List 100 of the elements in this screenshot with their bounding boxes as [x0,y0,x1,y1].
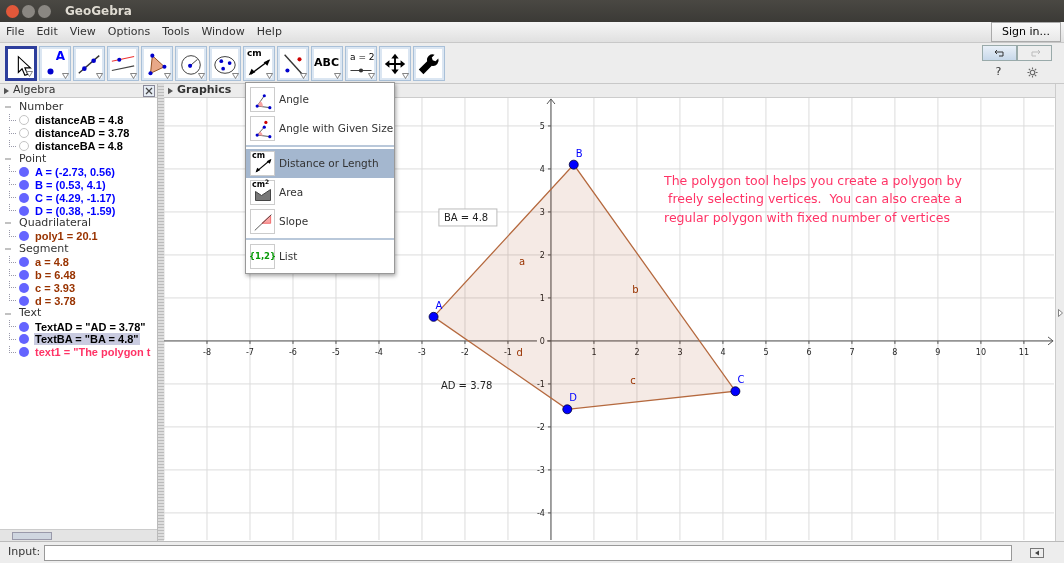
close-button[interactable] [143,84,155,97]
menu-item[interactable]: Window [195,23,251,41]
point-icon [47,67,54,75]
algebra-entry[interactable]: distanceBA = 4.8 [34,140,124,153]
menu-item[interactable]: cm$^{2}$ Area [246,178,394,207]
visibility-toggle[interactable] [19,321,29,332]
segment-label: a [519,255,526,267]
menu-item[interactable]: File [0,23,31,41]
algebra-entry[interactable]: b = 6.48 [34,269,77,281]
tool-button[interactable] [277,45,309,81]
menu-item[interactable]: View [63,23,102,41]
menu-item[interactable]: Angle [246,85,394,114]
angle-icon [254,91,273,110]
panel-title: Graphics [177,82,232,99]
algebra-entry[interactable]: TextBA = "BA = 4.8" [34,333,140,346]
axis-tick-label: 7 [849,347,855,357]
menu-item[interactable]: Options [101,23,157,41]
visibility-toggle[interactable] [19,295,29,306]
redo-icon [1028,49,1041,58]
dropdown-triangle-icon [368,72,375,79]
algebra-entry[interactable]: C = (4.29, -1.17) [34,191,117,204]
visibility-toggle[interactable] [19,166,29,177]
visibility-toggle[interactable] [19,141,29,152]
tool-button[interactable] [379,45,411,81]
angle-icon [254,120,273,139]
axis-tick-label: -7 [246,347,254,357]
tool-button[interactable]: A [39,45,71,81]
menu-item[interactable]: {1,2} List [246,242,394,271]
undo-icon [993,49,1006,58]
help-button[interactable]: ? [995,64,1002,81]
sign-in-button[interactable]: Sign in... [991,22,1061,42]
dropdown-triangle-icon [300,72,307,79]
axis-tick-label: 9 [935,347,941,357]
visibility-toggle[interactable] [19,205,29,216]
menu-item[interactable]: Slope [246,207,394,236]
window-title: GeoGebra [65,3,132,20]
tool-button[interactable] [209,45,241,81]
settings-icon[interactable] [1027,67,1039,78]
algebra-entry[interactable]: a = 4.8 [34,256,70,269]
visibility-toggle[interactable] [19,115,29,126]
visibility-toggle[interactable] [19,179,29,190]
visibility-toggle[interactable] [19,282,29,293]
category-label: Quadrilateral [19,216,92,232]
algebra-entry[interactable]: A = (-2.73, 0.56) [34,165,116,178]
maximize-button[interactable] [38,4,51,18]
axis-tick-label: 6 [806,347,812,357]
input-field[interactable] [44,544,1013,561]
expand-triangle-icon [4,86,9,95]
value-label: AD = 3.78 [440,380,493,392]
algebra-entry[interactable]: d = 3.78 [34,294,77,307]
slope-icon [254,213,273,232]
axis-tick-label: 5 [763,347,769,357]
algebra-entry[interactable]: B = (0.53, 4.1) [34,178,107,191]
visibility-toggle[interactable] [19,270,29,280]
tool-button[interactable] [141,45,173,81]
menu-item[interactable]: Edit [30,23,64,41]
algebra-entry[interactable]: c = 3.93 [34,281,77,294]
tool-button[interactable] [73,45,105,81]
value-label: BA = 4.8 [438,208,498,227]
segment-label: c [630,375,636,387]
axis-tick-label: 0 [539,336,545,346]
axis-tick-label: -6 [289,347,297,357]
axis-tick-label: 8 [892,347,898,357]
visibility-toggle[interactable] [19,192,29,203]
algebra-entry[interactable]: TextAD = "AD = 3.78" [34,320,147,333]
menu-item[interactable]: Angle with Given Size [246,114,394,143]
axis-tick-label: 1 [539,293,545,303]
axis-tick-label: 11 [1018,347,1029,357]
algebra-entry[interactable]: distanceAB = 4.8 [34,114,125,127]
tool-button[interactable]: ABC [311,45,343,81]
input-label: Input: [8,544,41,561]
axis-tick-label: -1 [503,347,512,357]
menu-item[interactable]: Help [250,23,288,41]
tool-button[interactable]: a = 2 [345,45,377,81]
visibility-toggle[interactable] [19,347,29,358]
axis-tick-label: -1 [536,379,545,389]
tool-button[interactable]: cm [243,45,275,81]
keyboard-toggle-icon[interactable] [1030,547,1045,558]
dropdown-triangle-icon [96,72,103,79]
visibility-toggle[interactable] [19,231,29,242]
menu-item[interactable]: Tools [156,23,196,41]
algebra-entry[interactable]: D = (0.38, -1.59) [34,204,117,217]
minimize-button[interactable] [22,4,35,18]
horizontal-scrollbar[interactable] [0,529,157,541]
axis-tick-label: -2 [460,347,469,357]
tool-button[interactable] [5,45,37,81]
undo-button[interactable] [982,45,1017,62]
info-text: The polygon tool helps you create a polygon by freely selecting vertices. You can also create a regular polygon with fixed number of vertices [664,171,963,227]
visibility-toggle[interactable] [19,128,29,139]
axis-tick-label: 4 [539,164,545,174]
visibility-toggle[interactable] [19,334,29,345]
axis-tick-label: -2 [536,422,545,432]
tool-button[interactable] [413,45,445,81]
algebra-entry[interactable]: distanceAD = 3.78 [34,127,131,140]
menu-item[interactable]: cm Distance or Length [246,149,394,178]
algebra-entry[interactable]: text1 = "The polygon t [34,346,152,359]
visibility-toggle[interactable] [19,257,29,268]
point-label: C [737,374,745,386]
algebra-entry[interactable]: poly1 = 20.1 [34,230,99,243]
axis-tick-label: 5 [539,121,545,131]
